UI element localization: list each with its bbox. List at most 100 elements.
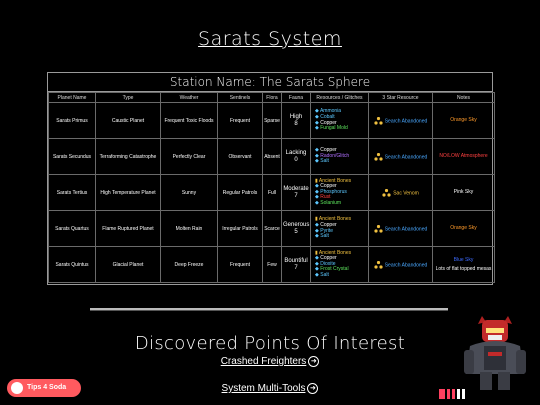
resource-label: Salt bbox=[320, 233, 329, 240]
planet-type-cell: Caustic Planet bbox=[95, 102, 161, 139]
planet-table: Planet Name Type Weather Sentinels Flora… bbox=[48, 92, 495, 283]
fauna-cell: Generous 5 bbox=[281, 210, 311, 247]
sentinels-cell: Frequent bbox=[217, 246, 263, 283]
resources-cell: ▮ Ancient Bones ◆ Copper ◆ Phosphorus ◆ Rus… bbox=[310, 174, 369, 211]
resources-cell: ▮ Ancient Bones ◆ Copper ◆ Dioxite ◆ Frost … bbox=[310, 246, 369, 283]
col-header: 3 Star Resource bbox=[368, 92, 433, 103]
three-star-resource-cell: Search Abandoned bbox=[368, 210, 433, 247]
tips-button[interactable]: Tips 4 Soda bbox=[7, 379, 81, 397]
resource-item: ◆ Salt bbox=[315, 233, 367, 240]
poi-heading: Discovered Points Of Interest bbox=[134, 333, 406, 354]
flora-cell: Absent bbox=[262, 138, 282, 175]
note-line: Pink Sky bbox=[453, 189, 474, 195]
fauna-cell: Bountiful 7 bbox=[281, 246, 311, 283]
col-header: Weather bbox=[160, 92, 218, 103]
three-star-icon bbox=[374, 224, 383, 233]
table-row: Sarats Primus Caustic Planet Frequent Toxi… bbox=[48, 102, 495, 139]
cup-icon bbox=[11, 382, 23, 394]
col-header: Type bbox=[95, 92, 161, 103]
weather-cell: Molten Rain bbox=[160, 210, 218, 247]
sentinels-cell: Observant bbox=[217, 138, 263, 175]
sentinels-cell: Frequent bbox=[217, 102, 263, 139]
fauna-cell: Lacking 0 bbox=[281, 138, 311, 175]
crashed-freighters-link[interactable]: Crashed Freighters ➜ bbox=[0, 356, 540, 367]
sentinels-cell: Irregular Patrols bbox=[217, 210, 263, 247]
arrow-circle-icon: ➜ bbox=[308, 356, 320, 367]
table-row: Sarats Tertius High Temperature Planet Sun… bbox=[48, 174, 495, 211]
planet-type-cell: Terraforming Catastrophe bbox=[95, 138, 161, 175]
table-row: Sarats Quintus Glacial Planet Deep Freeze F… bbox=[48, 246, 495, 283]
site-logo bbox=[439, 389, 465, 399]
weather-cell: Deep Freeze bbox=[160, 246, 218, 283]
fauna-line: 0 bbox=[294, 156, 298, 163]
planet-name-cell: Sarats Secundus bbox=[48, 138, 96, 175]
robot-avatar bbox=[464, 316, 526, 390]
note-line: Orange Sky bbox=[450, 225, 477, 231]
three-star-icon bbox=[374, 116, 383, 125]
resource-label: Salt bbox=[320, 158, 329, 165]
notes-cell: Blue Sky Lots of flat topped mesas bbox=[432, 246, 495, 283]
resource-item: ◆ Salt bbox=[315, 271, 367, 279]
three-star-label: Search Abandoned bbox=[384, 153, 428, 160]
note-line: Orange Sky bbox=[450, 117, 477, 123]
fauna-line: 8 bbox=[294, 120, 298, 127]
three-star-label: Search Abandoned bbox=[384, 261, 428, 268]
planet-type-cell: Glacial Planet bbox=[95, 246, 161, 283]
resource-label: Fungal Mold bbox=[320, 125, 348, 132]
page-title: Sarats System bbox=[198, 28, 342, 50]
note-line: Blue Sky bbox=[453, 256, 474, 263]
col-header: Notes bbox=[432, 92, 495, 103]
fauna-line: Bountiful bbox=[284, 257, 308, 264]
weather-cell: Frequent Toxic Floods bbox=[160, 102, 218, 139]
resource-label: Solanium bbox=[320, 199, 342, 206]
col-header: Resources / Glitches bbox=[310, 92, 369, 103]
fauna-line: 7 bbox=[294, 264, 298, 271]
flora-cell: Scarce bbox=[262, 210, 282, 247]
three-star-icon bbox=[374, 152, 383, 161]
arrow-circle-icon: ➜ bbox=[307, 383, 319, 394]
fauna-line: Moderate bbox=[283, 185, 309, 192]
table-row: Sarats Quartus Flame Ruptured Planet Molte… bbox=[48, 210, 495, 247]
resources-cell: ▮ Ancient Bones ◆ Copper ◆ Pyrite ◆ Salt bbox=[310, 210, 369, 247]
link-label[interactable]: System Multi-Tools bbox=[222, 383, 306, 394]
resources-cell: ◆ Ammonia ◆ Cobalt ◆ Copper ◆ Fungal Mold bbox=[310, 102, 369, 139]
weather-cell: Perfectly Clear bbox=[160, 138, 218, 175]
resource-label: Salt bbox=[320, 271, 329, 278]
fauna-cell: High 8 bbox=[281, 102, 311, 139]
weather-cell: Sunny bbox=[160, 174, 218, 211]
flora-cell: Sparse bbox=[262, 102, 282, 139]
fauna-line: High bbox=[289, 113, 303, 120]
planet-name-cell: Sarats Tertius bbox=[48, 174, 96, 211]
three-star-icon bbox=[374, 260, 383, 269]
col-header: Flora bbox=[262, 92, 282, 103]
col-header: Planet Name bbox=[48, 92, 96, 103]
flora-cell: Few bbox=[262, 246, 282, 283]
note-line: NO/LOW Atmosphere bbox=[439, 153, 488, 159]
tips-label: Tips 4 Soda bbox=[27, 384, 67, 391]
fauna-cell: Moderate 7 bbox=[281, 174, 311, 211]
resource-item: ◆ Solanium bbox=[315, 199, 367, 207]
resource-item: ◆ Fungal Mold bbox=[315, 125, 367, 132]
fauna-line: 5 bbox=[294, 228, 298, 235]
three-star-icon bbox=[382, 188, 391, 197]
fauna-line: 7 bbox=[294, 192, 298, 199]
notes-cell: Orange Sky bbox=[432, 210, 495, 247]
notes-cell: Pink Sky bbox=[432, 174, 495, 211]
sentinels-cell: Regular Patrols bbox=[217, 174, 263, 211]
resource-item: ◆ Salt bbox=[315, 158, 367, 165]
link-label[interactable]: Crashed Freighters bbox=[221, 356, 307, 367]
table-row: Sarats Secundus Terraforming Catastrophe P… bbox=[48, 138, 495, 175]
fauna-line: Generous bbox=[283, 221, 310, 228]
fauna-line: Lacking bbox=[285, 149, 307, 156]
planet-name-cell: Sarats Primus bbox=[48, 102, 96, 139]
planet-type-cell: High Temperature Planet bbox=[95, 174, 161, 211]
three-star-resource-cell: Search Abandoned bbox=[368, 138, 433, 175]
col-header: Sentinels bbox=[217, 92, 263, 103]
note-line: Lots of flat topped mesas bbox=[435, 265, 492, 272]
three-star-resource-cell: Sac Venom bbox=[368, 174, 433, 211]
three-star-label: Sac Venom bbox=[393, 189, 419, 196]
table-header-row: Planet Name Type Weather Sentinels Flora… bbox=[48, 92, 495, 103]
notes-cell: NO/LOW Atmosphere bbox=[432, 138, 495, 175]
planet-name-cell: Sarats Quintus bbox=[48, 246, 96, 283]
three-star-label: Search Abandoned bbox=[384, 225, 428, 232]
